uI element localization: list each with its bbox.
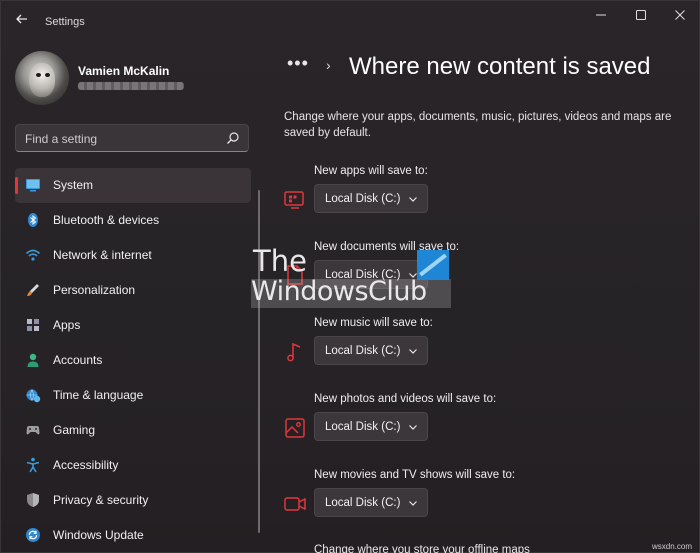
sidebar-nav: System Bluetooth & devices Network & int… (15, 168, 251, 553)
avatar[interactable] (15, 51, 69, 105)
sidebar-item-label: System (53, 178, 94, 192)
shield-icon (27, 493, 39, 507)
setting-label-apps: New apps will save to: (314, 165, 428, 177)
sidebar-scrollbar[interactable] (258, 190, 260, 533)
back-button[interactable] (11, 11, 33, 31)
sidebar-item-apps[interactable]: Apps (15, 308, 251, 343)
minimize-icon (596, 14, 606, 16)
sidebar-item-label: Gaming (53, 423, 96, 437)
brush-icon (27, 284, 39, 296)
avatar-face (29, 63, 55, 97)
dropdown-value: Local Disk (C:) (325, 421, 401, 433)
watermark-logo-icon (417, 250, 449, 280)
gamepad-icon (26, 426, 40, 435)
sidebar-item-label: Network & internet (53, 248, 152, 262)
sidebar-item-label: Accessibility (53, 458, 119, 472)
sync-icon (26, 528, 40, 542)
avatar-eye (36, 73, 41, 77)
source-label: wsxdn.com (652, 542, 693, 551)
sidebar-item-label: Windows Update (53, 528, 144, 542)
arrow-left-icon (16, 14, 27, 24)
wifi-icon (25, 249, 41, 261)
chevron-down-icon (409, 501, 417, 506)
search-input[interactable]: Find a setting (25, 132, 97, 146)
accessibility-icon (26, 457, 40, 473)
setting-label-photos: New photos and videos will save to: (314, 393, 497, 405)
sidebar-item-gaming[interactable]: Gaming (15, 413, 251, 448)
sidebar-item-windows-update[interactable]: Windows Update (15, 518, 251, 553)
page-description: Change where your apps, documents, music… (284, 111, 672, 139)
sidebar-item-label: Apps (53, 318, 81, 332)
app-title: Settings (45, 16, 85, 28)
close-button[interactable] (666, 7, 694, 27)
selection-indicator (15, 177, 18, 194)
title-bar: Settings (1, 1, 700, 41)
close-icon (675, 10, 685, 20)
apps-icon (27, 319, 39, 331)
music-location-dropdown[interactable]: Local Disk (C:) (314, 336, 428, 365)
watermark: The WindowsClub (251, 244, 451, 308)
sidebar-item-label: Privacy & security (53, 493, 149, 507)
dropdown-value: Local Disk (C:) (325, 345, 401, 357)
photos-location-dropdown[interactable]: Local Disk (C:) (314, 412, 428, 441)
chevron-down-icon (409, 197, 417, 202)
sidebar-item-label: Accounts (53, 353, 103, 367)
sidebar-item-network[interactable]: Network & internet (15, 238, 251, 273)
page-title: Where new content is saved (349, 53, 651, 80)
globe-clock-icon (26, 389, 41, 403)
sidebar-item-label: Time & language (53, 388, 144, 402)
minimize-button[interactable] (587, 7, 615, 27)
monitor-icon (26, 179, 40, 192)
chevron-down-icon (409, 425, 417, 430)
apps-location-dropdown[interactable]: Local Disk (C:) (314, 184, 428, 213)
movies-location-dropdown[interactable]: Local Disk (C:) (314, 488, 428, 517)
search-box[interactable]: Find a setting (15, 124, 249, 152)
photo-icon (285, 418, 305, 438)
sidebar-item-accounts[interactable]: Accounts (15, 343, 251, 378)
sidebar-item-privacy[interactable]: Privacy & security (15, 483, 251, 518)
apps-save-icon (284, 191, 304, 209)
user-name: Vamien McKalin (78, 64, 170, 78)
sidebar-item-time-language[interactable]: Time & language (15, 378, 251, 413)
sidebar-item-label: Bluetooth & devices (53, 213, 160, 227)
sidebar-item-system[interactable]: System (15, 168, 251, 203)
breadcrumb-more-button[interactable]: ••• (287, 53, 309, 74)
person-icon (27, 353, 39, 367)
sidebar-item-bluetooth[interactable]: Bluetooth & devices (15, 203, 251, 238)
bluetooth-icon (28, 213, 38, 227)
dropdown-value: Local Disk (C:) (325, 193, 401, 205)
maximize-icon (636, 10, 646, 20)
maximize-button[interactable] (627, 7, 655, 27)
watermark-line1: The (253, 244, 307, 278)
setting-label-movies: New movies and TV shows will save to: (314, 469, 516, 481)
logo-stripe (419, 253, 447, 277)
user-email-redacted (78, 82, 184, 90)
dropdown-value: Local Disk (C:) (325, 497, 401, 509)
sidebar-item-personalization[interactable]: Personalization (15, 273, 251, 308)
chevron-down-icon (409, 349, 417, 354)
breadcrumb-separator: › (326, 57, 331, 73)
avatar-eye (45, 73, 50, 77)
settings-window: Settings Vamien McKalin Find a setting S… (0, 0, 700, 553)
sidebar-item-accessibility[interactable]: Accessibility (15, 448, 251, 483)
offline-maps-label: Change where you store your offline maps (314, 544, 530, 553)
search-icon[interactable] (226, 131, 240, 145)
music-note-icon (287, 342, 301, 362)
watermark-line2: WindowsClub (251, 276, 427, 307)
sidebar-item-label: Personalization (53, 283, 136, 297)
video-camera-icon (284, 497, 306, 511)
setting-label-music: New music will save to: (314, 317, 433, 329)
